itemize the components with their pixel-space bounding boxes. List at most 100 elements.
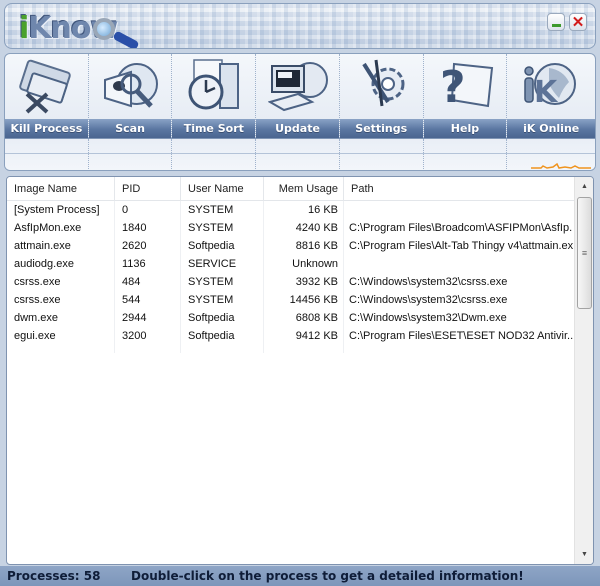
partial-cell	[115, 345, 181, 353]
column-pid[interactable]: PID	[115, 177, 181, 201]
column-user-name[interactable]: User Name	[181, 177, 264, 201]
process-path: C:\Program Files\ESET\ESET NOD32 Antivir…	[349, 330, 573, 342]
kill-process-icon	[19, 59, 71, 114]
process-user: Softpedia	[181, 327, 264, 345]
activity-cell	[5, 139, 89, 170]
minimize-button[interactable]	[547, 13, 565, 31]
close-button[interactable]: ✕	[569, 13, 587, 31]
process-pid: 2944	[115, 309, 181, 327]
process-name: dwm.exe	[7, 309, 115, 327]
process-path: C:\Windows\system32\csrss.exe	[349, 276, 508, 288]
process-name: csrss.exe	[7, 291, 115, 309]
activity-strip	[5, 138, 595, 170]
process-count: Processes: 58	[7, 569, 101, 583]
process-path: C:\Windows\system32\Dwm.exe	[349, 312, 507, 324]
help-label: Help	[423, 119, 507, 138]
partial-cell	[7, 345, 115, 353]
process-name: egui.exe	[7, 327, 115, 345]
column-image-name[interactable]: Image Name	[7, 177, 115, 201]
process-pid: 2620	[115, 237, 181, 255]
status-message: Double-click on the process to get a det…	[131, 569, 524, 583]
process-pid: 544	[115, 291, 181, 309]
update-button[interactable]: Update	[256, 54, 340, 138]
activity-cell	[88, 139, 173, 170]
process-path: C:\Program Files\Broadcom\ASFIPMon\AsfIp…	[349, 222, 573, 234]
process-path: C:\Program Files\Alt-Tab Thingy v4\attma…	[349, 240, 573, 252]
app-logo: iKnow	[19, 10, 140, 48]
svg-text:K: K	[534, 75, 559, 110]
process-user: Softpedia	[181, 237, 264, 255]
time-sort-button[interactable]: Time Sort	[172, 54, 257, 138]
activity-cell	[507, 139, 595, 170]
toolbar-buttons: Kill Process Scan Time Sort Update Setti…	[5, 54, 595, 138]
process-name: AsfIpMon.exe	[7, 219, 115, 237]
help-button[interactable]: ? Help	[423, 54, 508, 138]
time-sort-label: Time Sort	[172, 119, 256, 138]
process-user: SYSTEM	[181, 273, 264, 291]
process-row[interactable]: [System Process] 0 SYSTEM 16 KB	[7, 201, 573, 219]
activity-sparkline	[531, 162, 592, 169]
process-rows: [System Process] 0 SYSTEM 16 KB AsfIpMon…	[7, 201, 573, 353]
process-row[interactable]: csrss.exe 484 SYSTEM 3932 KB C:\Windows\…	[7, 273, 573, 291]
help-icon: ?	[440, 62, 493, 113]
process-pid: 1136	[115, 255, 181, 273]
process-row[interactable]: egui.exe 3200 Softpedia 9412 KB C:\Progr…	[7, 327, 573, 345]
process-path	[344, 255, 573, 273]
process-mem: 9412 KB	[264, 327, 344, 345]
svg-text:?: ?	[440, 62, 466, 113]
partial-row	[7, 345, 573, 353]
activity-cell	[172, 139, 257, 170]
update-icon	[268, 62, 329, 112]
scan-icon	[103, 63, 158, 108]
scan-button[interactable]: Scan	[88, 54, 173, 138]
minimize-icon	[551, 24, 561, 27]
vertical-scrollbar[interactable]: ▲ ≡ ▼	[574, 177, 593, 564]
process-mem: 4240 KB	[264, 219, 344, 237]
column-path[interactable]: Path	[344, 177, 573, 201]
process-mem: 8816 KB	[264, 237, 344, 255]
partial-cell	[264, 345, 344, 353]
time-sort-icon	[188, 59, 240, 110]
process-user: SYSTEM	[181, 219, 264, 237]
process-row[interactable]: audiodg.exe 1136 SERVICE Unknown	[7, 255, 573, 273]
ik-online-label: iK Online	[507, 119, 595, 138]
list-header: Image Name PID User Name Mem Usage Path	[7, 177, 593, 201]
process-user: SERVICE	[181, 255, 264, 273]
toolbar: Kill Process Scan Time Sort Update Setti…	[4, 53, 596, 171]
process-row[interactable]: dwm.exe 2944 Softpedia 6808 KB C:\Window…	[7, 309, 573, 327]
column-mem-usage[interactable]: Mem Usage	[264, 177, 344, 201]
scroll-down-arrow-icon[interactable]: ▼	[576, 546, 593, 563]
kill-process-button[interactable]: Kill Process	[5, 54, 89, 138]
scan-label: Scan	[88, 119, 172, 138]
header-banner: iKnow ✕	[4, 3, 596, 49]
process-pid: 1840	[115, 219, 181, 237]
process-path	[344, 201, 573, 219]
scroll-up-arrow-icon[interactable]: ▲	[576, 178, 593, 195]
process-pid: 0	[115, 201, 181, 219]
process-path: C:\Windows\system32\csrss.exe	[349, 294, 508, 306]
settings-button[interactable]: Settings	[339, 54, 424, 138]
process-row[interactable]: csrss.exe 544 SYSTEM 14456 KB C:\Windows…	[7, 291, 573, 309]
process-row[interactable]: attmain.exe 2620 Softpedia 8816 KB C:\Pr…	[7, 237, 573, 255]
ik-online-icon: K	[524, 63, 577, 110]
close-icon: ✕	[571, 13, 585, 31]
settings-label: Settings	[339, 119, 423, 138]
status-bar: Processes: 58 Double-click on the proces…	[0, 566, 600, 586]
process-row[interactable]: AsfIpMon.exe 1840 SYSTEM 4240 KB C:\Prog…	[7, 219, 573, 237]
process-list: Image Name PID User Name Mem Usage Path …	[6, 176, 594, 565]
scrollbar-thumb[interactable]: ≡	[577, 197, 592, 309]
magnifier-icon	[93, 18, 115, 40]
settings-icon	[362, 59, 405, 107]
partial-cell	[181, 345, 264, 353]
process-name: csrss.exe	[7, 273, 115, 291]
process-pid: 484	[115, 273, 181, 291]
process-name: [System Process]	[7, 201, 115, 219]
process-user: SYSTEM	[181, 291, 264, 309]
magnifier-handle-icon	[112, 30, 140, 48]
process-mem: 6808 KB	[264, 309, 344, 327]
activity-cell	[256, 139, 340, 170]
ik-online-button[interactable]: K iK Online	[507, 54, 595, 138]
activity-cell	[339, 139, 424, 170]
activity-cell	[423, 139, 508, 170]
window-controls: ✕	[547, 13, 587, 31]
